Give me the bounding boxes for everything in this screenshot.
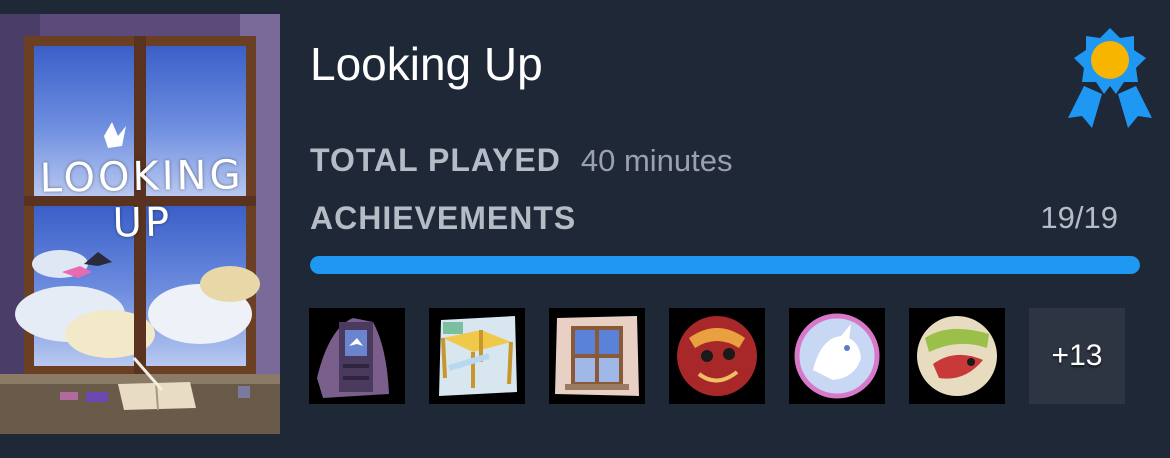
game-title[interactable]: Looking Up: [310, 36, 543, 92]
red-fish-achievement-icon[interactable]: [909, 308, 1005, 404]
gold-ribbon-badge-icon[interactable]: [1062, 24, 1158, 134]
more-achievements-button[interactable]: +13: [1029, 308, 1125, 404]
white-spirit-achievement-icon[interactable]: [789, 308, 885, 404]
achievements-progress-fill: [310, 256, 1140, 274]
game-card[interactable]: LOOKING UP Looking Up TOTAL PLAYED 40 min…: [0, 0, 1170, 458]
total-played-value: 40 minutes: [580, 143, 733, 178]
achievements-count: 19/19: [1040, 200, 1118, 235]
achievements-row[interactable]: ACHIEVEMENTS 19/19: [310, 198, 1118, 238]
achievements-label: ACHIEVEMENTS: [310, 200, 577, 236]
red-creature-achievement-icon[interactable]: [669, 308, 765, 404]
golden-table-achievement-icon[interactable]: [429, 308, 525, 404]
total-played-row: TOTAL PLAYED 40 minutes: [310, 140, 733, 180]
cover-title-text: LOOKING UP: [39, 152, 244, 247]
total-played-label: TOTAL PLAYED: [310, 142, 561, 178]
achievements-progress-bar: [310, 256, 1140, 274]
tower-bird-achievement-icon[interactable]: [309, 308, 405, 404]
window-achievement-icon[interactable]: [549, 308, 645, 404]
game-cover-art[interactable]: LOOKING UP: [0, 14, 280, 434]
